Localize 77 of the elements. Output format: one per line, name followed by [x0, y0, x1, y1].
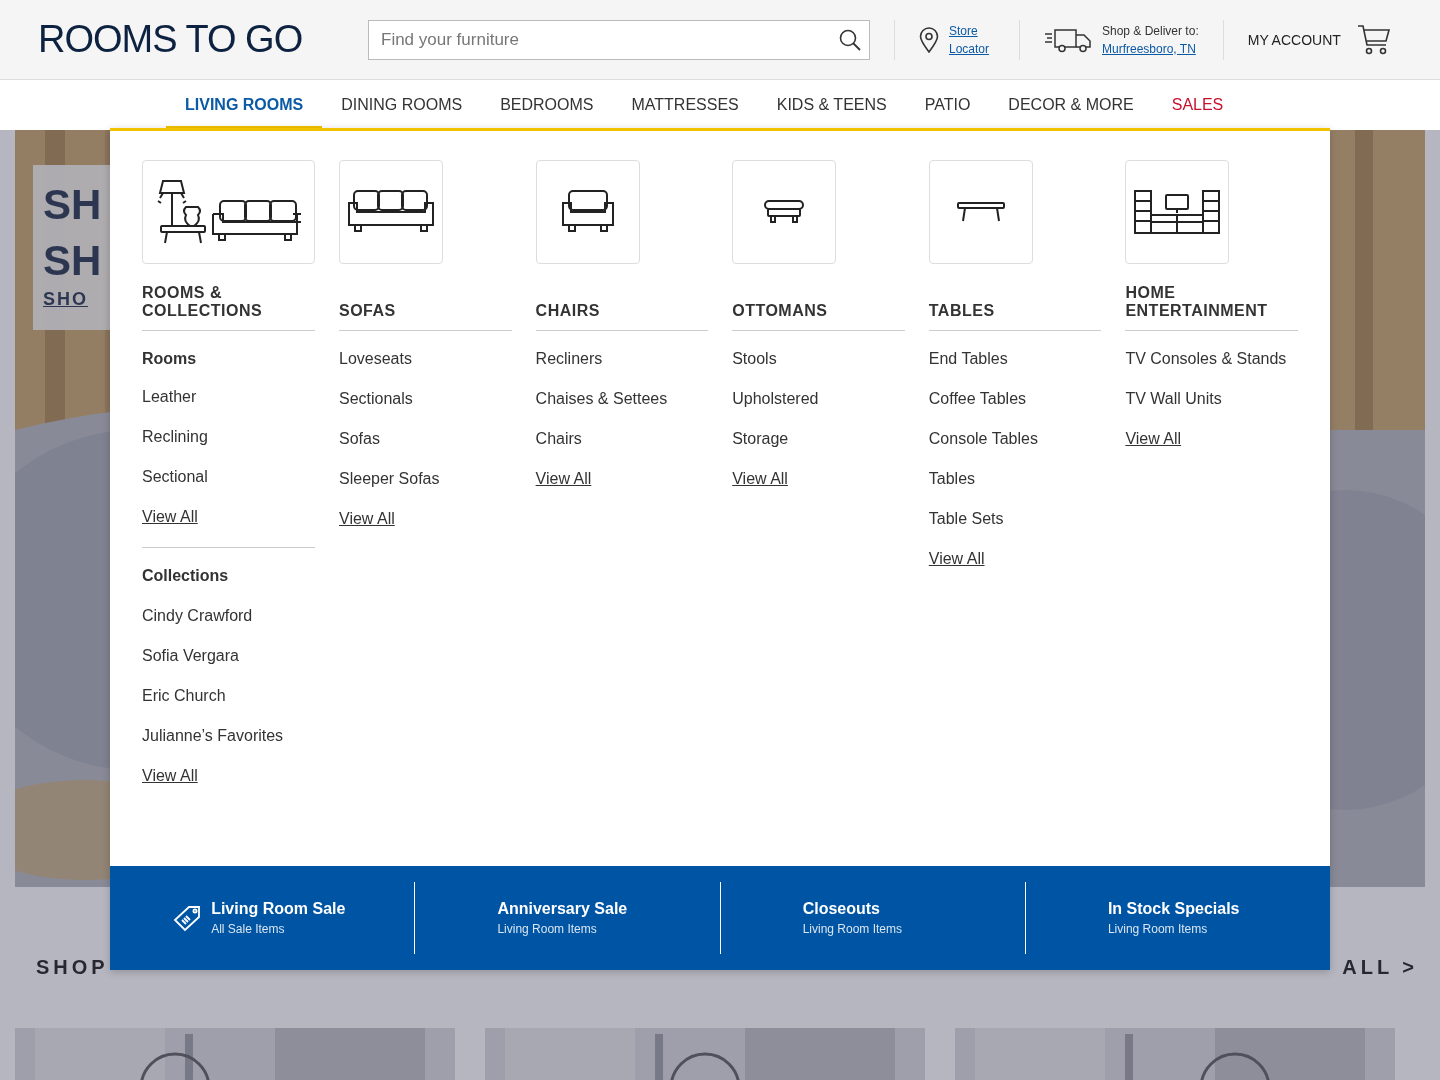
column-heading[interactable]: OTTOMANS [732, 264, 905, 331]
column-heading[interactable]: TABLES [928, 264, 1102, 331]
search-icon[interactable] [838, 27, 862, 52]
nav-tab[interactable]: DINING ROOMS [322, 80, 482, 130]
menu-link[interactable]: Eric Church [142, 686, 315, 706]
menu-link[interactable]: Sectionals [339, 389, 512, 409]
promo-link[interactable]: Living Room Sale All Sale Items [211, 898, 352, 938]
menu-link[interactable]: Sectional [142, 467, 315, 487]
table-icon [955, 201, 1006, 223]
nav-tab[interactable]: MATTRESSES [612, 80, 758, 130]
view-all-link[interactable]: View All [142, 766, 315, 786]
section-heading: SHOP [36, 956, 109, 979]
menu-link[interactable]: Reclining [142, 427, 315, 447]
menu-link[interactable]: Stools [732, 349, 905, 369]
section-title[interactable]: Collections [142, 566, 315, 586]
menu-link[interactable]: Julianne’s Favorites [142, 726, 315, 746]
location-link[interactable]: Murfreesboro, TN [1102, 39, 1199, 58]
account-link[interactable]: MY ACCOUNT [1247, 31, 1341, 48]
nav-tab[interactable]: PATIO [905, 80, 990, 130]
cart-icon[interactable] [1356, 22, 1391, 57]
column-heading[interactable]: SOFAS [339, 264, 512, 331]
category-image[interactable] [732, 160, 837, 264]
nav-tab[interactable]: DECOR & MORE [989, 80, 1153, 130]
menu-link[interactable]: Coffee Tables [928, 389, 1102, 409]
menu-link[interactable]: Sleeper Sofas [339, 469, 512, 489]
view-all-link[interactable]: View All [535, 469, 709, 489]
view-all-link[interactable]: View All [928, 549, 1102, 569]
search-field[interactable]: Find your furniture [368, 19, 870, 60]
logo[interactable]: ROOMS TO GO [38, 18, 328, 61]
menu-link[interactable]: TV Wall Units [1125, 389, 1298, 409]
entertainment-center-icon [1133, 189, 1222, 235]
ottoman-icon [763, 199, 806, 225]
promo-link[interactable]: Closeouts Living Room Items [802, 898, 943, 938]
menu-link[interactable]: Table Sets [928, 509, 1102, 529]
menu-link[interactable]: Leather [142, 387, 315, 407]
sofa-icon [347, 189, 435, 235]
menu-link[interactable]: Sofia Vergara [142, 646, 315, 666]
section-title[interactable]: Rooms [142, 349, 315, 369]
location-pin-icon [919, 26, 939, 53]
menu-link[interactable]: Recliners [535, 349, 709, 369]
menu-link[interactable]: Cindy Crawford [142, 606, 315, 626]
menu-link[interactable]: Upholstered [732, 389, 905, 409]
category-image[interactable] [1125, 160, 1230, 264]
menu-link[interactable]: Chairs [535, 429, 709, 449]
menu-link[interactable]: Loveseats [339, 349, 512, 369]
menu-link[interactable]: Console Tables [928, 429, 1102, 449]
nav-tab[interactable]: KIDS & TEENS [757, 80, 906, 130]
deliver-label: Shop & Deliver to: [1102, 22, 1199, 40]
hero-link[interactable]: SHO [43, 289, 110, 310]
category-image[interactable] [535, 160, 640, 264]
menu-link[interactable]: Chaises & Settees [535, 389, 709, 409]
menu-link[interactable]: Storage [732, 429, 905, 449]
truck-icon [1044, 26, 1092, 53]
column-heading[interactable]: HOME ENTERTAINMENT [1125, 264, 1298, 331]
nav-tab[interactable]: SALES [1152, 80, 1243, 130]
category-image[interactable] [928, 160, 1033, 264]
armchair-icon [560, 189, 615, 235]
view-all-link[interactable]: View All [339, 509, 512, 529]
store-locator-link[interactable]: Store Locator [949, 21, 995, 58]
column-heading[interactable]: CHAIRS [535, 264, 709, 331]
nav-tab[interactable]: BEDROOMS [481, 80, 613, 130]
hero-heading: SH [43, 180, 103, 230]
living-room-icon [156, 179, 301, 245]
promo-link[interactable]: Anniversary Sale Living Room Items [497, 898, 638, 938]
menu-link[interactable]: Sofas [339, 429, 512, 449]
promo-link[interactable]: In Stock Specials Living Room Items [1107, 898, 1248, 938]
menu-link[interactable]: End Tables [928, 349, 1102, 369]
menu-link[interactable]: Tables [928, 469, 1102, 489]
view-all-link[interactable]: View All [1125, 429, 1298, 449]
view-all-link[interactable]: View All [732, 469, 905, 489]
view-all-link[interactable]: View All [142, 507, 315, 527]
view-all-link[interactable]: ALL > [1342, 956, 1418, 979]
hero-heading: SH [43, 236, 103, 286]
menu-link[interactable]: TV Consoles & Stands [1125, 349, 1298, 369]
category-image[interactable] [142, 160, 315, 264]
column-heading[interactable]: ROOMS & COLLECTIONS [142, 264, 315, 331]
category-image[interactable] [339, 160, 443, 264]
